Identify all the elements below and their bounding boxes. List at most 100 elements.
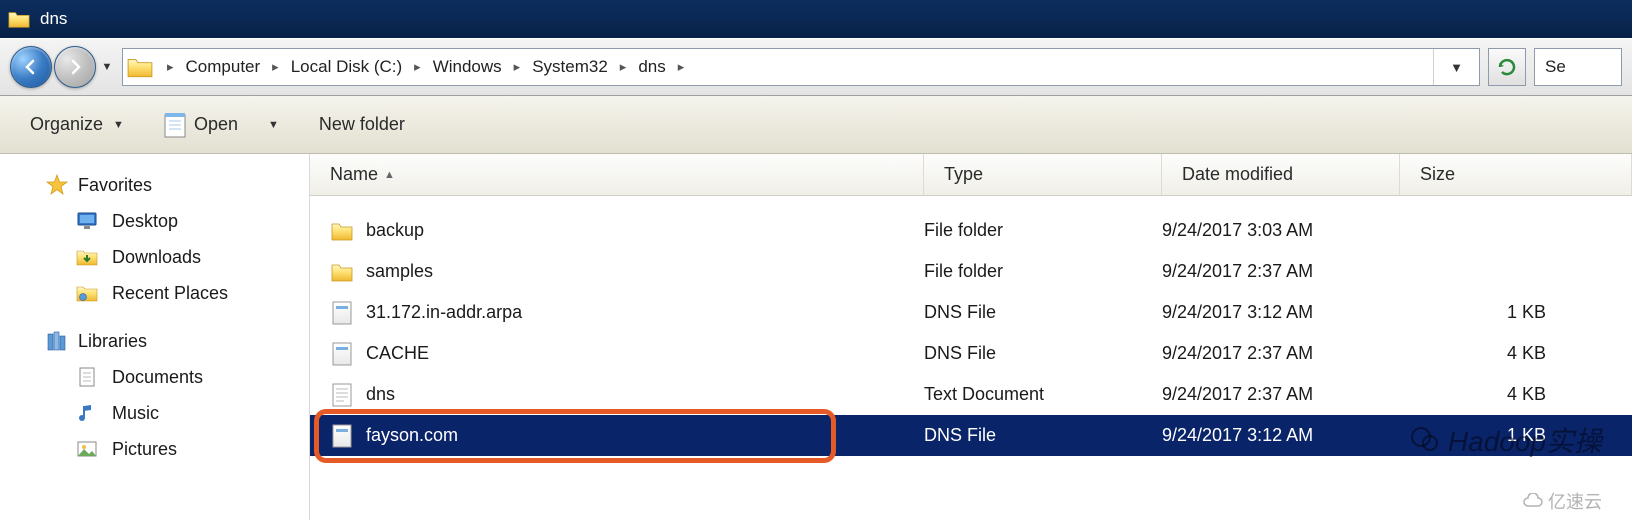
sidebar-item-downloads[interactable]: Downloads — [0, 246, 309, 268]
folder-icon — [330, 218, 354, 244]
forward-button[interactable] — [54, 46, 96, 88]
file-type: File folder — [924, 220, 1162, 241]
sidebar-item-documents[interactable]: Documents — [0, 366, 309, 388]
file-rows: backup File folder 9/24/2017 3:03 AM sam… — [310, 196, 1632, 456]
libraries-header[interactable]: Libraries — [0, 330, 309, 352]
file-row-dns-txt[interactable]: dns Text Document 9/24/2017 2:37 AM 4 KB — [310, 374, 1632, 415]
file-date: 9/24/2017 3:03 AM — [1162, 220, 1400, 241]
file-row-arpa[interactable]: 31.172.in-addr.arpa DNS File 9/24/2017 3… — [310, 292, 1632, 333]
file-type: Text Document — [924, 384, 1162, 405]
crumb-dns[interactable]: dns — [636, 57, 667, 77]
file-date: 9/24/2017 2:37 AM — [1162, 343, 1400, 364]
favorites-header[interactable]: Favorites — [0, 174, 309, 196]
organize-button[interactable]: Organize▼ — [18, 110, 136, 139]
desktop-icon — [76, 210, 98, 232]
crumb-separator[interactable]: ▸ — [610, 59, 637, 75]
window-title: dns — [40, 9, 67, 29]
address-folder-icon — [127, 56, 153, 78]
file-type: File folder — [924, 261, 1162, 282]
file-date: 9/24/2017 2:37 AM — [1162, 384, 1400, 405]
crumb-windows[interactable]: Windows — [431, 57, 504, 77]
libraries-icon — [46, 330, 68, 352]
file-type: DNS File — [924, 302, 1162, 323]
nav-bar: ▼ ▸ Computer ▸ Local Disk (C:) ▸ Windows… — [0, 38, 1632, 96]
sidebar-item-music[interactable]: Music — [0, 402, 309, 424]
star-icon — [46, 174, 68, 196]
window-folder-icon — [8, 9, 30, 29]
sidebar-item-pictures[interactable]: Pictures — [0, 438, 309, 460]
file-name: CACHE — [366, 343, 429, 364]
recent-places-icon — [76, 282, 98, 304]
file-name: backup — [366, 220, 424, 241]
open-button[interactable]: Open ▼ — [152, 108, 291, 142]
chevron-down-icon: ▼ — [268, 119, 279, 131]
file-list: Name▲ Type Date modified Size backup Fil… — [310, 154, 1632, 520]
crumb-separator[interactable]: ▸ — [262, 59, 289, 75]
sidebar-item-label: Recent Places — [112, 283, 228, 304]
file-type: DNS File — [924, 425, 1162, 446]
address-bar[interactable]: ▸ Computer ▸ Local Disk (C:) ▸ Windows ▸… — [122, 48, 1480, 86]
file-row-samples[interactable]: samples File folder 9/24/2017 2:37 AM — [310, 251, 1632, 292]
crumb-separator[interactable]: ▸ — [157, 59, 184, 75]
file-row-fayson-com[interactable]: fayson.com DNS File 9/24/2017 3:12 AM 1 … — [310, 415, 1632, 456]
file-name: dns — [366, 384, 395, 405]
file-row-cache[interactable]: CACHE DNS File 9/24/2017 2:37 AM 4 KB — [310, 333, 1632, 374]
search-placeholder: Se — [1545, 57, 1566, 77]
sidebar: Favorites Desktop Downloads Recent Place… — [0, 154, 310, 520]
crumb-separator[interactable]: ▸ — [404, 59, 431, 75]
file-size: 4 KB — [1400, 384, 1632, 405]
text-file-icon — [330, 382, 354, 408]
file-date: 9/24/2017 3:12 AM — [1162, 425, 1400, 446]
file-size: 4 KB — [1400, 343, 1632, 364]
back-button[interactable] — [10, 46, 52, 88]
sidebar-item-label: Music — [112, 403, 159, 424]
pictures-icon — [76, 438, 98, 460]
body: Favorites Desktop Downloads Recent Place… — [0, 154, 1632, 520]
chevron-down-icon: ▼ — [113, 119, 124, 131]
file-date: 9/24/2017 3:12 AM — [1162, 302, 1400, 323]
sidebar-item-label: Desktop — [112, 211, 178, 232]
sort-ascending-icon: ▲ — [384, 169, 395, 181]
favorites-label: Favorites — [78, 175, 152, 196]
file-name: samples — [366, 261, 433, 282]
file-name: 31.172.in-addr.arpa — [366, 302, 522, 323]
crumb-disk-c[interactable]: Local Disk (C:) — [289, 57, 404, 77]
downloads-icon — [76, 246, 98, 268]
refresh-button[interactable] — [1488, 48, 1526, 86]
folder-icon — [330, 259, 354, 285]
file-date: 9/24/2017 2:37 AM — [1162, 261, 1400, 282]
column-header-name[interactable]: Name▲ — [310, 154, 924, 195]
column-headers: Name▲ Type Date modified Size — [310, 154, 1632, 196]
dns-file-icon — [330, 423, 354, 449]
sidebar-item-desktop[interactable]: Desktop — [0, 210, 309, 232]
title-bar: dns — [0, 0, 1632, 38]
address-dropdown[interactable]: ▼ — [1433, 49, 1479, 85]
file-row-backup[interactable]: backup File folder 9/24/2017 3:03 AM — [310, 210, 1632, 251]
search-input[interactable]: Se — [1534, 48, 1622, 86]
libraries-section: Libraries Documents Music Pictures — [0, 330, 309, 460]
documents-icon — [76, 366, 98, 388]
libraries-label: Libraries — [78, 331, 147, 352]
file-name: fayson.com — [366, 425, 458, 446]
file-type: DNS File — [924, 343, 1162, 364]
notepad-icon — [164, 112, 186, 138]
toolbar: Organize▼ Open ▼ New folder — [0, 96, 1632, 154]
column-header-date[interactable]: Date modified — [1162, 154, 1400, 195]
sidebar-item-label: Pictures — [112, 439, 177, 460]
file-size: 1 KB — [1400, 302, 1632, 323]
sidebar-item-label: Documents — [112, 367, 203, 388]
nav-history-dropdown[interactable]: ▼ — [98, 46, 116, 88]
sidebar-item-recent-places[interactable]: Recent Places — [0, 282, 309, 304]
crumb-separator[interactable]: ▸ — [504, 59, 531, 75]
column-header-size[interactable]: Size — [1400, 154, 1632, 195]
dns-file-icon — [330, 300, 354, 326]
crumb-separator[interactable]: ▸ — [668, 59, 695, 75]
music-icon — [76, 402, 98, 424]
crumb-system32[interactable]: System32 — [530, 57, 610, 77]
column-header-type[interactable]: Type — [924, 154, 1162, 195]
sidebar-item-label: Downloads — [112, 247, 201, 268]
crumb-computer[interactable]: Computer — [184, 57, 263, 77]
dns-file-icon — [330, 341, 354, 367]
file-size: 1 KB — [1400, 425, 1632, 446]
new-folder-button[interactable]: New folder — [307, 110, 417, 139]
